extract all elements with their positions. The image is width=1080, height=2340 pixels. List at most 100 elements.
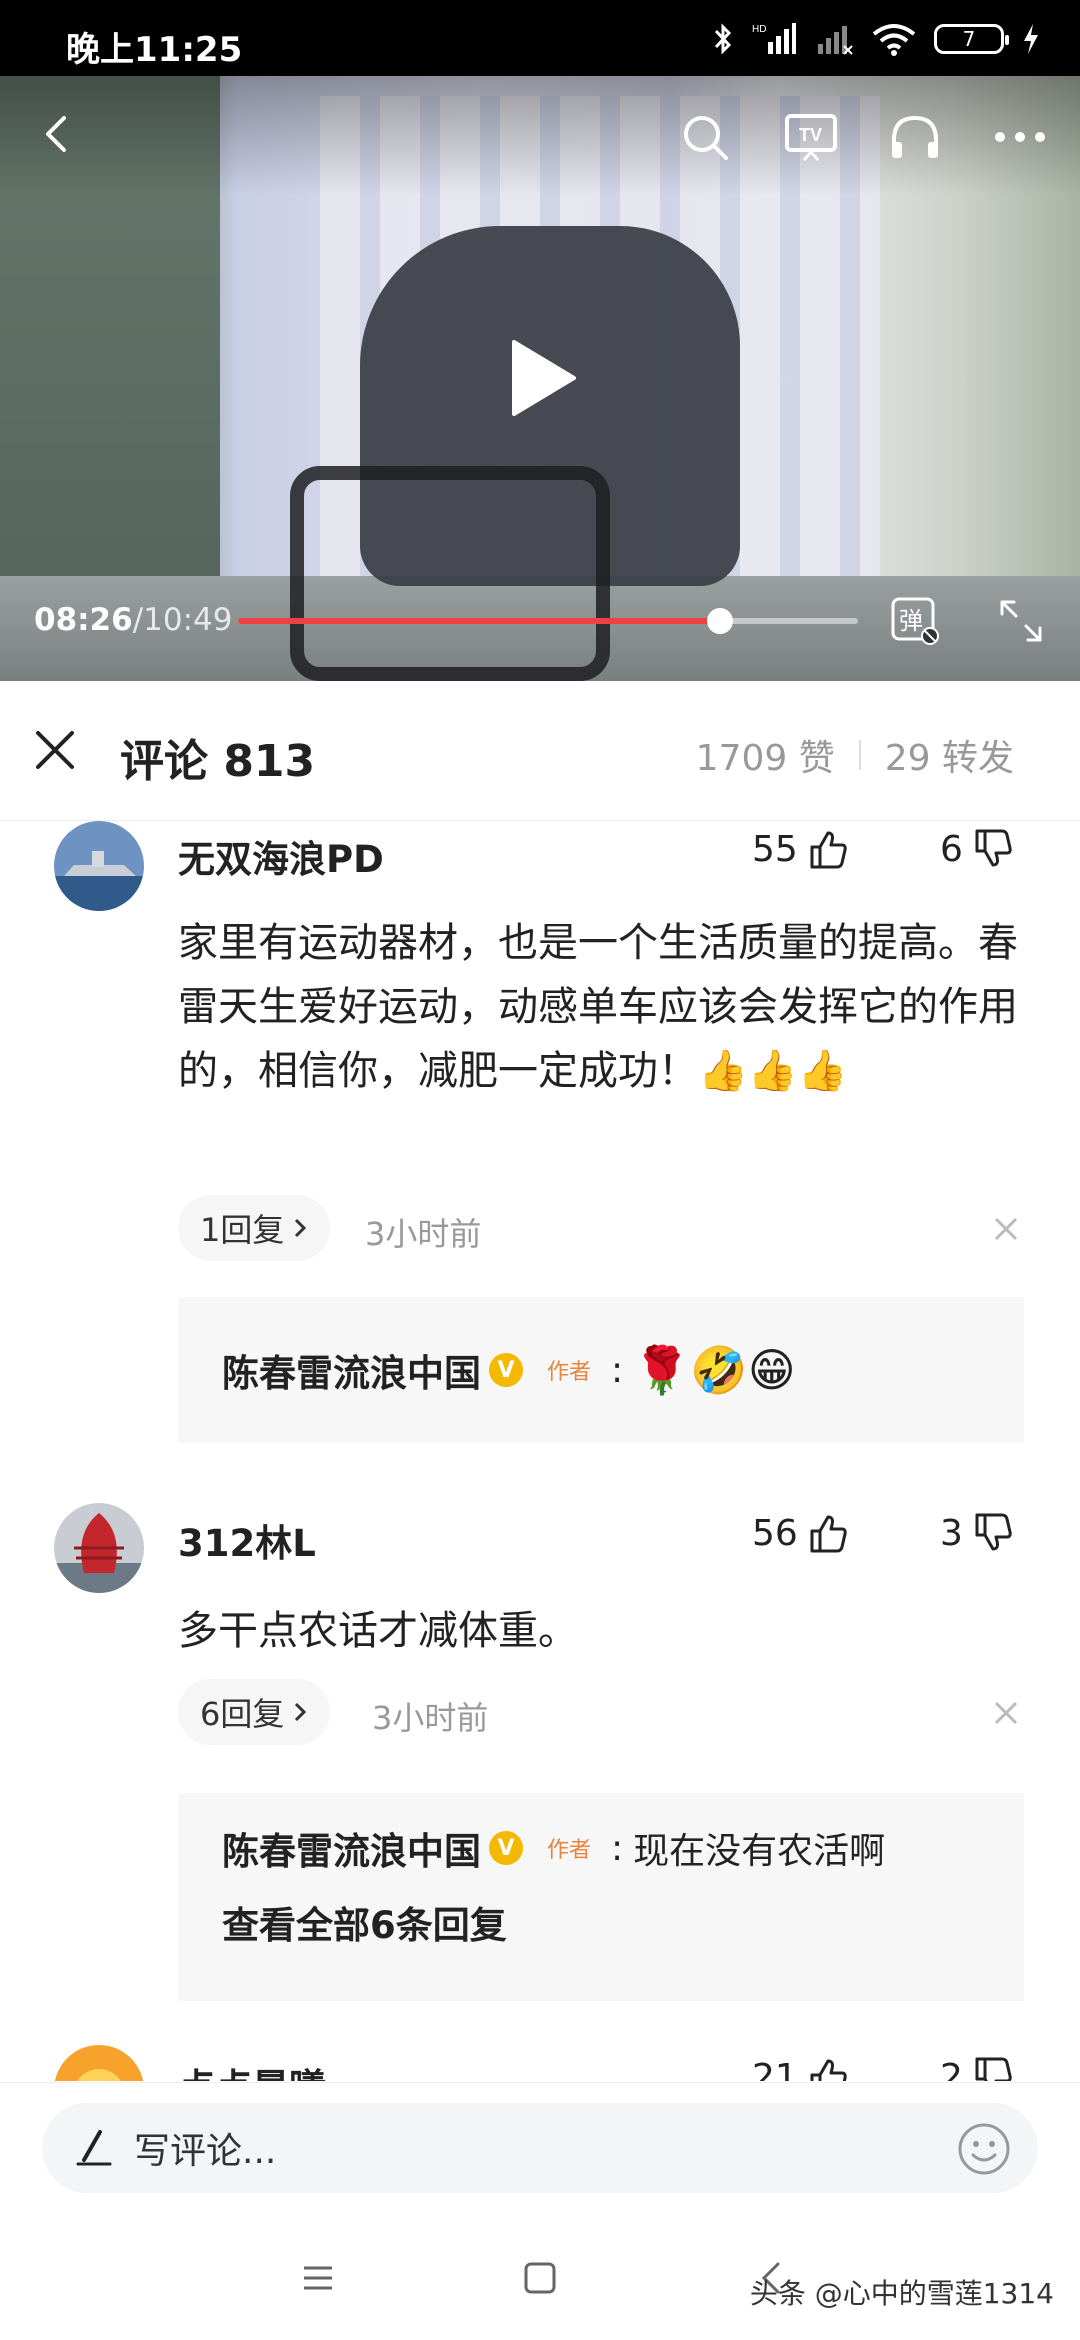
headphones-icon[interactable] xyxy=(888,112,942,162)
reply-count-button[interactable]: 1回复 xyxy=(178,1195,331,1261)
comment-text: 家里有运动器材，也是一个生活质量的提高。春雷天生爱好运动，动感单车应该会发挥它的… xyxy=(178,920,1018,1094)
comment-input-placeholder: 写评论... xyxy=(134,2131,277,2172)
reply-colon: : xyxy=(611,1827,624,1869)
svg-text:TV: TV xyxy=(799,125,822,145)
view-all-replies-link[interactable]: 查看全部6条回复 xyxy=(222,1895,980,1949)
comments-list[interactable]: 无双海浪PD 55 6 家里有运动器材，也是一个生活质量的提高。春雷天生爱好运动… xyxy=(0,821,1080,2081)
dismiss-icon[interactable] xyxy=(990,1697,1022,1729)
dislike-button[interactable]: 3 xyxy=(940,1511,1015,1555)
bluetooth-icon xyxy=(714,23,732,55)
avatar[interactable] xyxy=(54,1503,144,1593)
thumbs-down-icon xyxy=(975,829,1012,867)
reply-author-name[interactable]: 陈春雷流浪中国 xyxy=(222,1821,481,1875)
signal-2-icon xyxy=(818,26,853,55)
like-button[interactable]: 21 xyxy=(752,2055,850,2081)
user-name[interactable]: 312林L xyxy=(178,1513,316,1567)
comment-item: 无双海浪PD 55 6 家里有运动器材，也是一个生活质量的提高。春雷天生爱好运动… xyxy=(0,821,1080,1461)
like-count: 56 xyxy=(752,1512,798,1554)
like-count: 55 xyxy=(752,828,798,870)
reply-colon: : xyxy=(611,1349,624,1391)
comment-time: 3小时前 xyxy=(372,1699,489,1737)
svg-text:HD: HD xyxy=(752,24,766,35)
wifi-icon xyxy=(872,24,916,56)
play-icon[interactable] xyxy=(508,338,578,418)
thumbs-up-icon xyxy=(810,831,847,869)
dislike-count: 2 xyxy=(940,2056,963,2082)
status-bar: 晚上11:25 HD 7 xyxy=(0,0,1080,76)
video-player[interactable]: TV 08:26/10:49 弹 xyxy=(0,76,1080,681)
chevron-right-icon xyxy=(295,1218,307,1238)
dislike-button[interactable]: 6 xyxy=(940,827,1015,871)
reply-content: 🌹🤣😁 xyxy=(633,1342,796,1397)
reply-count-button[interactable]: 6回复 xyxy=(178,1679,331,1745)
dislike-count: 3 xyxy=(940,1512,963,1554)
status-time: 晚上11:25 xyxy=(66,30,243,70)
user-name[interactable]: 无双海浪PD xyxy=(178,829,384,883)
comment-input-bar: 写评论... xyxy=(0,2082,1080,2212)
back-icon[interactable] xyxy=(30,106,86,162)
current-time: 08:26 xyxy=(34,602,133,638)
status-icons: HD 7 xyxy=(712,22,1040,56)
thumbs-up-icon xyxy=(810,1515,847,1553)
reply-count: 6回复 xyxy=(200,1695,285,1733)
comment-item: 点点晨曦 21 2 xyxy=(0,2045,1080,2081)
video-time: 08:26/10:49 xyxy=(34,602,232,638)
verified-badge-icon: V xyxy=(489,1831,523,1865)
progress-bar[interactable] xyxy=(238,608,858,634)
menu-nav-icon[interactable] xyxy=(298,2258,338,2298)
verified-badge-icon: V xyxy=(489,1353,523,1387)
author-tag: 作者 xyxy=(547,1360,592,1385)
comment-input[interactable]: 写评论... xyxy=(42,2103,1038,2193)
comment-text: 多干点农话才减体重。 xyxy=(178,1608,578,1654)
total-time: /10:49 xyxy=(132,602,233,638)
signal-icon: HD xyxy=(752,23,796,54)
chevron-right-icon xyxy=(295,1702,307,1722)
author-reply[interactable]: 陈春雷流浪中国 V 作者 : 🌹🤣😁 xyxy=(178,1297,1024,1443)
comment-item: 312林L 56 3 多干点农话才减体重。 6回复 3小时前 陈春雷流浪中国 V… xyxy=(0,1503,1080,2023)
dislike-count: 6 xyxy=(940,828,963,870)
author-reply-row: 陈春雷流浪中国 V 作者 : 🌹🤣😁 xyxy=(222,1343,796,1398)
pen-icon xyxy=(76,2130,112,2166)
home-nav-icon[interactable] xyxy=(520,2258,560,2298)
reply-count: 1回复 xyxy=(200,1211,285,1249)
shares-count: 29 转发 xyxy=(884,738,1014,779)
thumbs-down-icon xyxy=(975,2057,1012,2081)
system-nav-bar: 头条 @心中的雪莲1314 xyxy=(0,2212,1080,2340)
dismiss-icon[interactable] xyxy=(990,1213,1022,1245)
thumbs-up-icon xyxy=(810,2059,847,2081)
close-icon[interactable] xyxy=(30,725,80,775)
more-icon[interactable] xyxy=(990,112,1050,162)
search-icon[interactable] xyxy=(680,112,730,162)
thumbs-down-icon xyxy=(975,1513,1012,1551)
user-name[interactable]: 点点晨曦 xyxy=(178,2057,326,2081)
dislike-button[interactable]: 2 xyxy=(940,2055,1015,2081)
video-scene-bike xyxy=(290,466,610,681)
comments-title: 评论 813 xyxy=(120,736,316,787)
avatar[interactable] xyxy=(54,2045,144,2081)
likes-count: 1709 赞 xyxy=(695,738,835,779)
stat-divider xyxy=(858,740,861,770)
reply-content: 现在没有农活啊 xyxy=(633,1831,886,1872)
author-reply[interactable]: 陈春雷流浪中国 V 作者 : 现在没有农活啊 查看全部6条回复 xyxy=(178,1793,1024,2001)
comments-header: 评论 813 1709 赞 29 转发 xyxy=(0,681,1080,821)
battery-icon: 7 xyxy=(934,24,1009,54)
progress-thumb[interactable] xyxy=(706,608,733,634)
charging-icon xyxy=(1024,24,1038,54)
like-count: 21 xyxy=(752,2056,798,2082)
emoji-icon[interactable] xyxy=(956,2121,1012,2177)
avatar[interactable] xyxy=(54,821,144,911)
battery-level: 7 xyxy=(962,27,976,51)
comment-time: 3小时前 xyxy=(365,1215,482,1253)
tv-cast-icon[interactable]: TV xyxy=(784,112,838,162)
header-stats: 1709 赞 29 转发 xyxy=(696,729,1014,781)
author-reply-row: 陈春雷流浪中国 V 作者 : 现在没有农活啊 xyxy=(222,1821,980,1875)
progress-fill xyxy=(238,618,720,624)
watermark: 头条 @心中的雪莲1314 xyxy=(749,2277,1054,2310)
author-tag: 作者 xyxy=(547,1838,592,1863)
like-button[interactable]: 55 xyxy=(752,827,850,871)
like-button[interactable]: 56 xyxy=(752,1511,850,1555)
svg-text:弹: 弹 xyxy=(899,607,923,635)
reply-author-name[interactable]: 陈春雷流浪中国 xyxy=(222,1343,481,1397)
fullscreen-icon[interactable] xyxy=(996,596,1046,646)
danmaku-toggle-icon[interactable]: 弹 xyxy=(890,596,940,646)
